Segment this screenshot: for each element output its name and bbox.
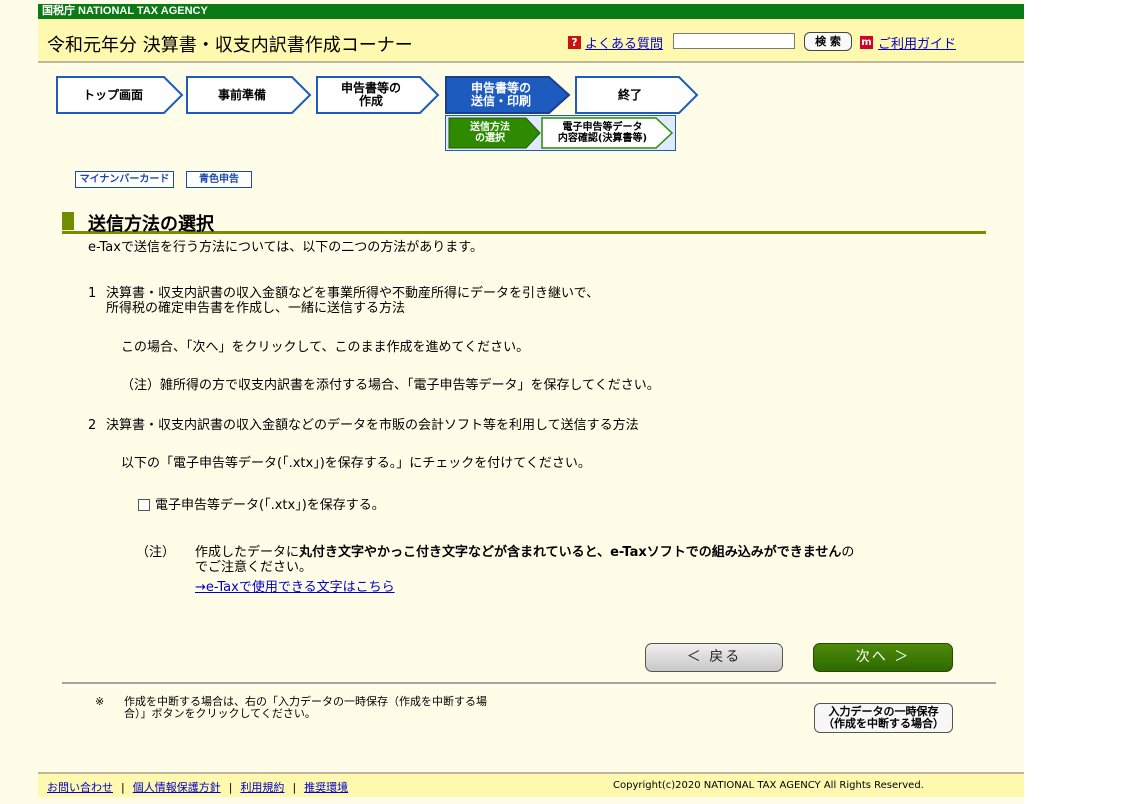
copyright: Copyright(c)2020 NATIONAL TAX AGENCY All… <box>613 780 924 791</box>
step-label: 終了 <box>617 87 642 102</box>
search-button[interactable]: 検 索 <box>804 32 852 51</box>
question-icon: ? <box>568 36 581 49</box>
interrupt-note-line2: 合）」ボタンをクリックしてください。 <box>124 707 316 720</box>
substep-confirm-data: 電子申告等データ 内容確認(決算書等) <box>541 117 674 149</box>
book-icon: m <box>860 36 873 49</box>
method1-line2: 所得税の確定申告書を作成し、一緒に送信する方法 <box>106 301 406 316</box>
footer-separator: | <box>121 781 125 794</box>
temporary-save-button[interactable]: 入力データの一時保存 （作成を中断する場合） <box>814 703 953 733</box>
save-data-checkbox[interactable] <box>138 499 150 511</box>
item-number: 2 <box>88 418 97 433</box>
mynumber-card-tag[interactable]: マイナンバーカード <box>75 171 174 188</box>
interrupt-note: 作成を中断する場合は、右の「入力データの一時保存（作成を中断する場 合）」ボタン… <box>124 696 487 720</box>
faq-link[interactable]: よくある質問 <box>585 33 663 52</box>
method1-desc: この場合、「次へ」をクリックして、このまま作成を進めてください。 <box>121 340 530 355</box>
method2-desc: 以下の「電子申告等データ(「.xtx」)を保存する。」にチェックを付けてください… <box>121 456 591 471</box>
note-text-c: の <box>841 545 855 560</box>
method2-line: 決算書・収支内訳書の収入金額などのデータを市販の会計ソフト等を利用して送信する方… <box>106 418 639 433</box>
footer-separator: | <box>228 781 233 794</box>
save-data-label[interactable]: 電子申告等データ(「.xtx」)を保存する。 <box>155 498 385 513</box>
back-button[interactable]: ＜ 戻る <box>645 643 783 672</box>
user-guide-link[interactable]: ご利用ガイド <box>878 33 956 52</box>
section-heading: 送信方法の選択 <box>62 210 986 235</box>
header: 令和元年分 決算書・収支内訳書作成コーナー ? よくある質問 検 索 m ご利用… <box>38 19 1024 63</box>
heading-bar <box>62 212 74 230</box>
note-line2: でご注意ください。 <box>195 560 313 575</box>
recommended-environment-link[interactable]: 推奨環境 <box>304 781 348 794</box>
step-preparation: 事前準備 <box>186 76 312 114</box>
step-label: 申告書等の 送信・印刷 <box>470 81 531 108</box>
footer-links: お問い合わせ | 個人情報保護方針 | 利用規約 | 推奨環境 <box>47 779 348 795</box>
step-finish: 終了 <box>575 76 699 114</box>
footer: お問い合わせ | 個人情報保護方針 | 利用規約 | 推奨環境 Copyright(c)20… <box>38 772 1024 797</box>
usable-characters-link[interactable]: →e-Taxで使用できる文字はこちら <box>195 580 395 595</box>
next-button[interactable]: 次へ ＞ <box>813 643 953 672</box>
note-prefix: （注） <box>136 545 176 560</box>
step-label: 事前準備 <box>217 87 266 102</box>
search-input[interactable] <box>673 33 795 49</box>
privacy-policy-link[interactable]: 個人情報保護方針 <box>133 781 221 794</box>
step-send-print: 申告書等の 送信・印刷 <box>445 76 571 114</box>
substep-label: 電子申告等データ 内容確認(決算書等) <box>557 122 648 144</box>
intro-text: e-Taxで送信を行う方法については、以下の二つの方法があります。 <box>88 240 483 255</box>
terms-link[interactable]: 利用規約 <box>240 781 284 794</box>
section-title: 送信方法の選択 <box>88 214 214 235</box>
note-line1: 作成したデータに丸付き文字やかっこ付き文字などが含まれていると、e-Taxソフト… <box>195 545 854 560</box>
step-label: トップ画面 <box>82 87 143 102</box>
step-top: トップ画面 <box>56 76 184 114</box>
contact-link[interactable]: お問い合わせ <box>47 781 113 794</box>
note-text-bold: 丸付き文字やかっこ付き文字などが含まれていると、e-Taxソフトでの組み込みがで… <box>299 545 842 560</box>
blue-return-tag[interactable]: 青色申告 <box>186 171 252 188</box>
save-button-line2: （作成を中断する場合） <box>823 717 944 730</box>
substep-select-method: 送信方法 の選択 <box>448 117 542 149</box>
note-asterisk: ※ <box>95 695 105 708</box>
step-label: 申告書等の 作成 <box>340 81 401 108</box>
method1-note: （注）雑所得の方で収支内訳書を添付する場合、「電子申告等データ」を保存してくださ… <box>121 378 660 393</box>
method1-line1: 決算書・収支内訳書の収入金額などを事業所得や不動産所得にデータを引き継いで、 <box>106 286 600 301</box>
step-create: 申告書等の 作成 <box>316 76 440 114</box>
page-title: 令和元年分 決算書・収支内訳書作成コーナー <box>47 35 413 56</box>
agency-bar: 国税庁 NATIONAL TAX AGENCY <box>38 4 1024 19</box>
item-number: 1 <box>88 286 97 301</box>
footer-separator: | <box>292 781 297 794</box>
divider <box>62 682 996 684</box>
right-margin <box>1024 0 1134 804</box>
note-text-a: 作成したデータに <box>195 545 300 560</box>
substep-label: 送信方法 の選択 <box>470 122 510 144</box>
